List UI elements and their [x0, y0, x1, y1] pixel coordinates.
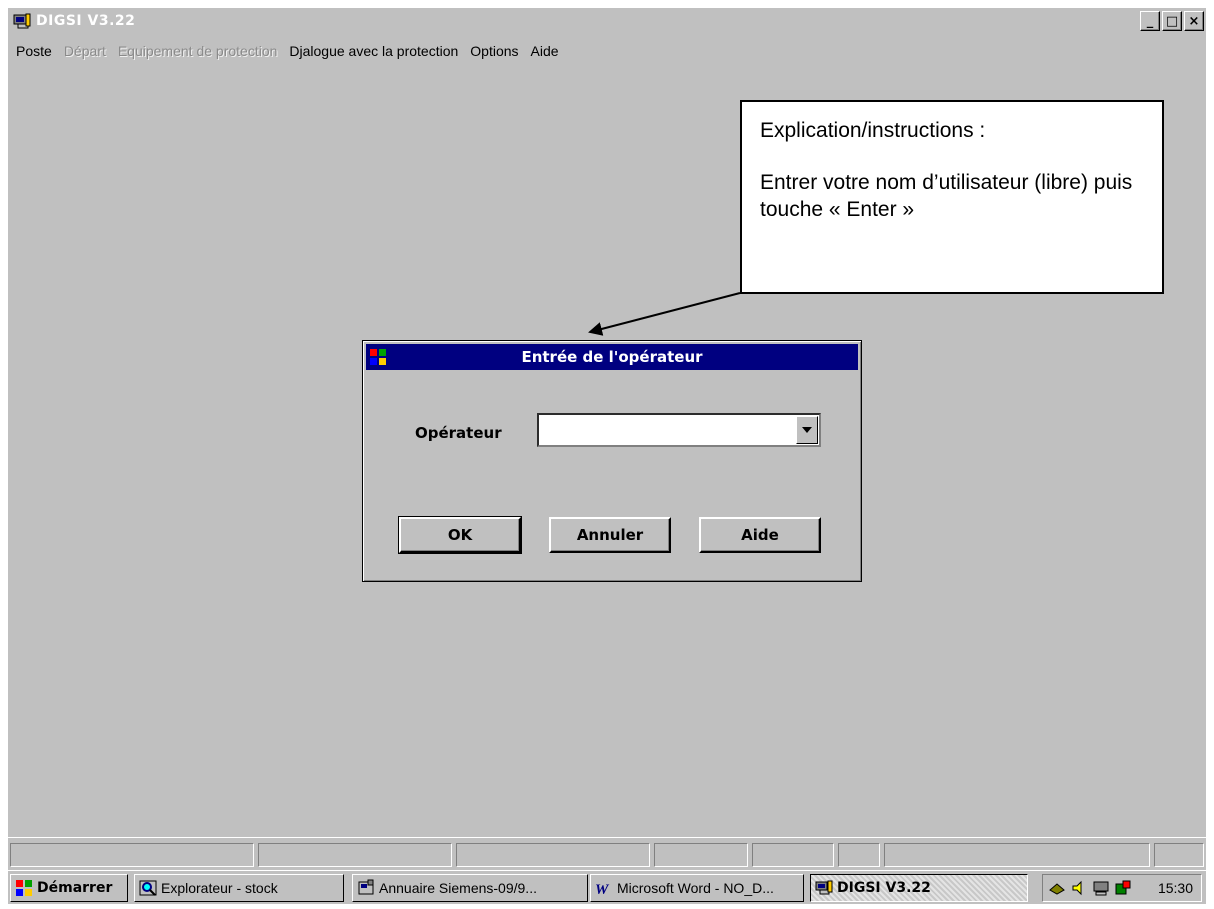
digsi-icon	[815, 879, 833, 897]
monitor-icon[interactable]	[1093, 880, 1109, 896]
menu-poste[interactable]: Poste	[16, 43, 52, 59]
operator-combobox[interactable]	[537, 413, 821, 447]
status-panel	[884, 843, 1150, 867]
explorer-icon	[139, 879, 157, 897]
status-panel	[838, 843, 880, 867]
task-explorer[interactable]: Explorateur - stock	[134, 874, 344, 902]
window-title: DIGSI V3.22	[36, 12, 136, 29]
menu-bar: Poste Départ Equipement de protection Dj…	[8, 40, 563, 62]
digsi-window: DIGSI V3.22 _ □ × Poste Départ Equipemen…	[8, 8, 1206, 904]
task-label: DIGSI V3.22	[837, 880, 931, 896]
scheduler-icon[interactable]	[1115, 880, 1131, 896]
status-panel	[456, 843, 650, 867]
status-panel	[654, 843, 748, 867]
task-label: Microsoft Word - NO_D...	[617, 880, 774, 896]
dialog-titlebar[interactable]: Entrée de l'opérateur	[366, 344, 858, 370]
menu-options[interactable]: Options	[470, 43, 518, 59]
menu-aide[interactable]: Aide	[531, 43, 559, 59]
task-annuaire[interactable]: Annuaire Siemens-09/9...	[352, 874, 588, 902]
status-bar	[8, 837, 1206, 868]
callout-text: Entrer votre nom d’utilisateur (libre) p…	[760, 171, 1133, 221]
status-panel	[258, 843, 452, 867]
menu-depart[interactable]: Départ	[64, 43, 106, 59]
dropdown-arrow-button[interactable]	[796, 416, 818, 444]
speaker-icon[interactable]	[1071, 880, 1087, 896]
dialog-title: Entrée de l'opérateur	[521, 348, 703, 366]
operator-dialog: Entrée de l'opérateur Opérateur OK Annul…	[362, 340, 862, 582]
instruction-callout: Explication/instructions : Entrer votre …	[740, 100, 1164, 294]
phonebook-icon	[357, 879, 375, 897]
task-word[interactable]: W Microsoft Word - NO_D...	[590, 874, 804, 902]
word-icon: W	[595, 879, 613, 898]
start-button[interactable]: Démarrer	[10, 874, 128, 902]
maximize-button[interactable]: □	[1162, 11, 1182, 31]
task-label: Annuaire Siemens-09/9...	[379, 880, 537, 896]
menu-equipement-protection[interactable]: Equipement de protection	[118, 43, 278, 59]
status-panel	[10, 843, 254, 867]
status-panel	[1154, 843, 1204, 867]
window-controls: _ □ ×	[1140, 11, 1204, 31]
help-button[interactable]: Aide	[699, 517, 821, 553]
task-label: Explorateur - stock	[161, 880, 278, 896]
start-label: Démarrer	[37, 880, 113, 896]
windows-flag-icon	[15, 879, 33, 897]
window-titlebar[interactable]: DIGSI V3.22 _ □ ×	[8, 8, 1206, 33]
menu-dialogue-protection[interactable]: Djalogue avec la protection	[289, 43, 458, 59]
taskbar: Démarrer Explorateur - stock Annuaire Si…	[8, 870, 1206, 904]
minimize-button[interactable]: _	[1140, 11, 1160, 31]
cancel-button[interactable]: Annuler	[549, 517, 671, 553]
digsi-app-icon	[12, 12, 32, 30]
callout-heading: Explication/instructions :	[760, 119, 986, 142]
task-digsi[interactable]: DIGSI V3.22	[810, 874, 1028, 902]
status-panel	[752, 843, 834, 867]
system-tray: 15:30	[1042, 874, 1202, 902]
close-button[interactable]: ×	[1184, 11, 1204, 31]
chevron-down-icon	[802, 427, 812, 433]
operator-input[interactable]	[541, 417, 795, 445]
network-icon[interactable]	[1049, 880, 1065, 896]
ok-button[interactable]: OK	[398, 516, 522, 554]
operator-label: Opérateur	[415, 424, 502, 442]
svg-text:W: W	[595, 882, 610, 897]
clock: 15:30	[1157, 880, 1193, 896]
